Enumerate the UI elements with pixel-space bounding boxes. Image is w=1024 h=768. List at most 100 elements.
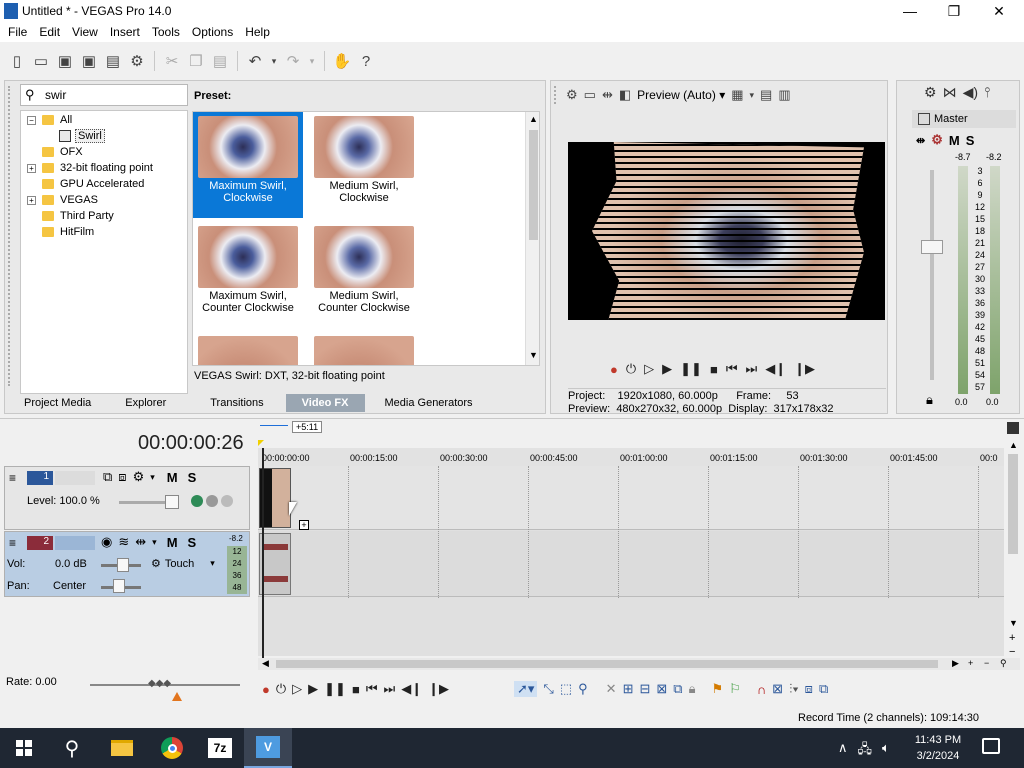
timeline-vertical-scrollbar[interactable]: ▲ ▼ + − [1006, 420, 1020, 658]
record-icon[interactable]: ● [262, 682, 270, 697]
play-from-start-icon[interactable]: ▷ [644, 361, 654, 377]
lock-envelopes-icon[interactable]: 🔒︎ [689, 681, 696, 697]
expand-icon[interactable]: + [27, 195, 36, 205]
insert-marker-icon[interactable]: ⚑ [712, 681, 724, 697]
save-snapshot-icon[interactable]: ▥ [778, 87, 790, 103]
envelope-dropdown-icon[interactable]: ▾ [152, 537, 157, 548]
new-file-icon[interactable]: ▯ [6, 50, 28, 72]
go-to-start-icon[interactable]: ⏮ [366, 681, 378, 697]
menu-file[interactable]: File [2, 25, 33, 39]
track-collapse-icon[interactable]: ≡ [9, 471, 16, 485]
chrome-icon[interactable] [148, 728, 196, 768]
play-from-start-icon[interactable]: ▷ [292, 681, 302, 697]
go-to-end-icon[interactable]: ⏭ [384, 681, 396, 697]
scroll-left-icon[interactable]: ◀ [262, 658, 269, 669]
menu-help[interactable]: Help [239, 25, 276, 39]
tree-item-ofx[interactable]: OFX [42, 144, 83, 160]
menu-edit[interactable]: Edit [33, 25, 66, 39]
track-fx-dropdown-icon[interactable]: ▾ [150, 472, 155, 483]
speaker-icon[interactable]: ◀) [963, 84, 978, 101]
auto-ripple-icon[interactable]: ⫶▾ [789, 681, 799, 697]
overlays-dropdown-icon[interactable]: ▾ [750, 90, 755, 101]
tab-explorer[interactable]: Explorer [103, 397, 188, 409]
play-icon[interactable]: ▶ [308, 681, 318, 697]
lock-icon[interactable]: 🔒︎ [926, 392, 933, 408]
track-collapse-icon[interactable]: ≡ [9, 536, 16, 550]
tab-transitions[interactable]: Transitions [188, 397, 285, 409]
stop-icon[interactable]: ■ [352, 682, 360, 697]
preview-properties-gear-icon[interactable]: ⚙ [566, 87, 578, 103]
automation-mode[interactable]: ⚙ Touch ▾ [151, 557, 215, 571]
undo-dropdown-icon[interactable]: ▾ [268, 50, 280, 72]
tab-video-fx[interactable]: Video FX [285, 394, 365, 412]
scroll-down-icon[interactable]: ▼ [1009, 618, 1018, 628]
preview-quality-dropdown[interactable]: Preview (Auto) ▾ [637, 88, 725, 102]
zoom-in-icon[interactable]: + [1009, 632, 1015, 644]
next-frame-icon[interactable]: ❙▶ [428, 681, 449, 697]
search-box[interactable]: ⚲ swir [20, 84, 188, 106]
menu-tools[interactable]: Tools [146, 25, 186, 39]
master-solo-button[interactable]: S [966, 133, 975, 148]
trim-hand-icon[interactable]: ✋ [331, 50, 353, 72]
audio-track-header[interactable]: ≡ 2 ◉ ≋ ⇹ ▾ M S Vol: 0.0 dB ⚙ Touch ▾ Pa… [4, 531, 250, 597]
tree-item-32bit[interactable]: + 32-bit floating point [27, 160, 153, 176]
audio-vol-slider-knob[interactable] [117, 558, 129, 572]
preset-medium-swirl-counter-clockwise[interactable]: Medium Swirl, Counter Clockwise [309, 222, 419, 328]
7zip-icon[interactable]: 7z [196, 728, 244, 768]
tree-item-swirl[interactable]: Swirl [59, 128, 105, 144]
video-track-mute-button[interactable]: M [167, 470, 178, 485]
insert-region-icon[interactable]: ⚐ [729, 681, 741, 697]
track-compositing-icon[interactable]: ⧈ [118, 469, 126, 485]
video-track-solo-button[interactable]: S [188, 470, 197, 485]
overlays-grid-icon[interactable]: ▦ [731, 87, 743, 103]
copy-icon[interactable]: ❐ [185, 50, 207, 72]
menu-insert[interactable]: Insert [104, 25, 146, 39]
trim-icon[interactable]: ⊞ [623, 681, 634, 697]
audio-track-solo-button[interactable]: S [188, 535, 197, 550]
envelope-tool-icon[interactable]: ⤡ [543, 681, 553, 697]
audio-fx-icon[interactable]: ≋ [118, 534, 129, 550]
notification-icon[interactable] [982, 738, 1000, 754]
maximize-button[interactable]: ❐ [931, 0, 977, 22]
auto-crossfade-icon[interactable]: ⊠ [772, 681, 783, 697]
video-level-slider-knob[interactable] [165, 495, 179, 509]
playhead-cursor[interactable] [262, 448, 264, 658]
clock[interactable]: 11:43 PM 3/2/2024 [912, 732, 964, 764]
snapping-icon[interactable]: ∩ [757, 682, 766, 697]
vegas-taskbar-icon[interactable]: V [244, 728, 292, 768]
tree-item-gpu[interactable]: GPU Accelerated [42, 176, 144, 192]
volume-muted-icon[interactable]: 🔈︎ [882, 740, 890, 762]
video-preview-screen[interactable] [568, 142, 885, 320]
play-icon[interactable]: ▶ [662, 361, 672, 377]
master-fader-knob[interactable] [921, 240, 943, 254]
save-icon[interactable]: ▣ [54, 50, 76, 72]
tree-item-vegas[interactable]: + VEGAS [27, 192, 98, 208]
audio-pan-slider-knob[interactable] [113, 579, 125, 593]
audio-track-mute-button[interactable]: M [167, 535, 178, 550]
arm-record-icon[interactable]: ◉ [101, 534, 112, 550]
tab-media-generators[interactable]: Media Generators [365, 397, 493, 409]
track-fx-icon[interactable]: ⚙ [133, 469, 145, 485]
scroll-up-icon[interactable]: ▲ [529, 114, 538, 124]
trim-start-icon[interactable]: ⊟ [639, 681, 650, 697]
render-icon[interactable]: ▤ [102, 50, 124, 72]
redo-icon[interactable]: ↷ [282, 50, 304, 72]
scroll-thumb[interactable] [529, 130, 538, 240]
panel-grip[interactable] [8, 86, 14, 386]
search-input[interactable]: swir [45, 88, 66, 102]
save-as-icon[interactable]: ▣ [78, 50, 100, 72]
menu-options[interactable]: Options [186, 25, 239, 39]
preset-scrollbar[interactable]: ▲ ▼ [525, 112, 539, 365]
tree-item-third-party[interactable]: Third Party [42, 208, 114, 224]
menu-view[interactable]: View [66, 25, 104, 39]
mixer-properties-gear-icon[interactable]: ⚙ [924, 84, 937, 101]
search-icon[interactable]: ⚲ [48, 728, 96, 768]
selection-tool-icon[interactable]: ⬚ [560, 681, 572, 697]
trim-end-icon[interactable]: ⊠ [656, 681, 667, 697]
redo-dropdown-icon[interactable]: ▾ [306, 50, 318, 72]
ignore-grouping-icon[interactable]: ⧉ [819, 681, 828, 697]
windows-start-icon[interactable] [0, 728, 48, 768]
copy-snapshot-icon[interactable]: ▤ [760, 87, 772, 103]
envelope-icon[interactable]: ⇹ [135, 534, 146, 550]
video-track-header[interactable]: ≡ 1 ⧉ ⧈ ⚙ ▾ M S Level: 100.0 % [4, 466, 250, 530]
